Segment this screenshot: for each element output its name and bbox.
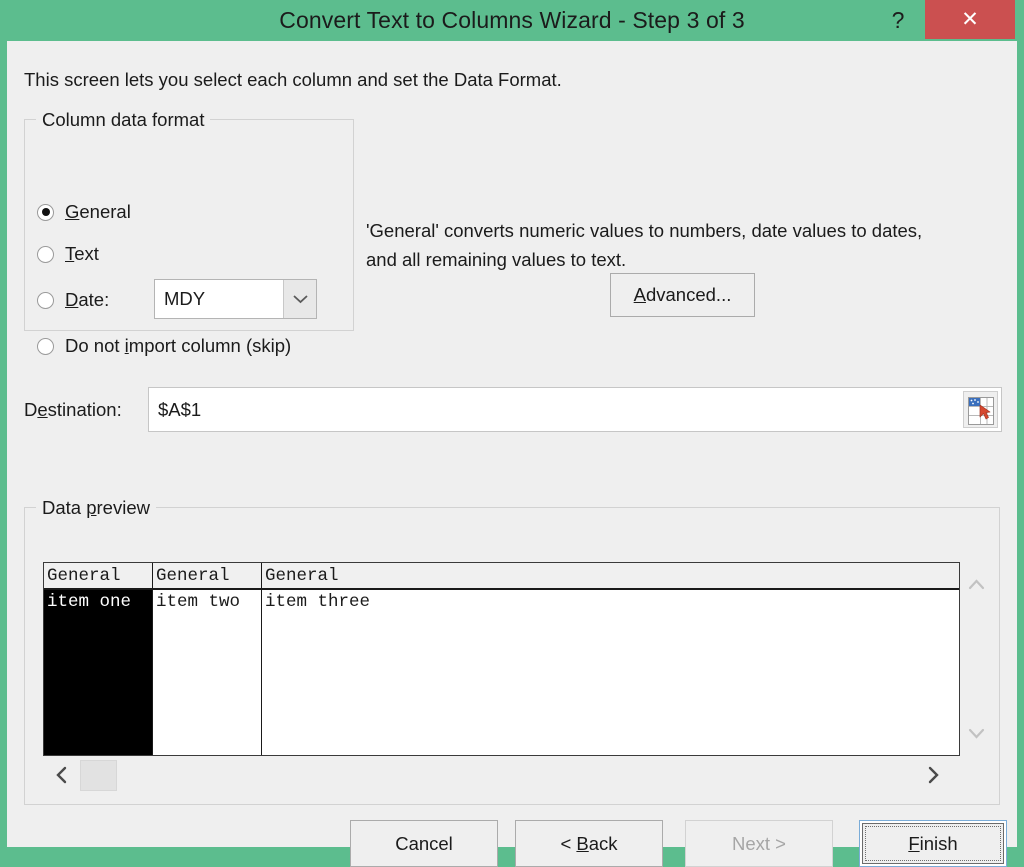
preview-column-3-header[interactable]: General: [262, 563, 959, 589]
dialog-body: This screen lets you select each column …: [7, 41, 1017, 867]
format-description-line2: and all remaining values to text.: [366, 249, 627, 270]
range-selector-icon[interactable]: [963, 391, 998, 428]
convert-text-to-columns-dialog: Convert Text to Columns Wizard - Step 3 …: [0, 0, 1024, 867]
destination-label: Destination:: [24, 399, 122, 420]
next-button: Next >: [685, 820, 833, 867]
window-title: Convert Text to Columns Wizard - Step 3 …: [279, 7, 745, 33]
chevron-up-icon[interactable]: [960, 572, 993, 598]
chevron-down-icon[interactable]: [283, 280, 316, 318]
chevron-down-icon[interactable]: [960, 720, 993, 746]
finish-button-focus-ring[interactable]: Finish: [859, 820, 1007, 867]
close-button[interactable]: ✕: [925, 0, 1015, 39]
data-preview-legend: Data preview: [36, 497, 156, 519]
radio-text-indicator[interactable]: [37, 245, 54, 263]
format-description: 'General' converts numeric values to num…: [366, 216, 986, 274]
preview-column-2-header[interactable]: General: [153, 563, 261, 589]
date-format-select[interactable]: MDY: [154, 279, 317, 319]
destination-value: $A$1: [158, 399, 202, 420]
preview-vertical-scrollbar[interactable]: [960, 562, 993, 756]
back-button[interactable]: < Back: [515, 820, 663, 867]
radio-general-label: General: [65, 201, 131, 222]
radio-skip-column[interactable]: Do not import column (skip): [37, 333, 291, 359]
intro-text: This screen lets you select each column …: [24, 69, 562, 90]
radio-text[interactable]: Text: [37, 241, 99, 267]
close-icon: ✕: [961, 7, 979, 31]
radio-date-label: Date:: [65, 289, 110, 310]
date-format-value: MDY: [164, 288, 206, 309]
radio-date[interactable]: Date:: [37, 287, 109, 313]
radio-text-label: Text: [65, 243, 99, 264]
chevron-left-icon[interactable]: [49, 762, 75, 788]
radio-date-indicator[interactable]: [37, 291, 54, 309]
radio-general[interactable]: General: [37, 199, 131, 225]
preview-column-2-cell: item two: [156, 592, 241, 612]
help-button[interactable]: ?: [878, 2, 918, 39]
data-preview-table[interactable]: General item one General item two Genera…: [43, 562, 960, 756]
horizontal-scroll-thumb[interactable]: [80, 760, 117, 791]
preview-column-2[interactable]: General item two: [153, 563, 261, 755]
advanced-button[interactable]: Advanced...: [610, 273, 755, 317]
preview-column-3[interactable]: General item three: [262, 563, 959, 755]
chevron-right-icon[interactable]: [920, 762, 946, 788]
preview-column-1-cell: item one: [44, 590, 152, 755]
preview-column-1-header[interactable]: General: [44, 563, 152, 589]
preview-column-3-cell: item three: [265, 592, 371, 612]
preview-column-1[interactable]: General item one: [44, 563, 152, 755]
format-description-line1: 'General' converts numeric values to num…: [366, 220, 923, 241]
preview-horizontal-scrollbar[interactable]: [43, 757, 960, 793]
column-data-format-legend: Column data format: [36, 109, 211, 131]
title-bar: Convert Text to Columns Wizard - Step 3 …: [0, 0, 1024, 41]
finish-button[interactable]: Finish: [862, 823, 1004, 864]
radio-general-indicator[interactable]: [37, 203, 54, 221]
destination-input[interactable]: $A$1: [148, 387, 1002, 432]
radio-skip-column-label: Do not import column (skip): [65, 335, 292, 356]
cancel-button[interactable]: Cancel: [350, 820, 498, 867]
radio-skip-column-indicator[interactable]: [37, 337, 54, 355]
